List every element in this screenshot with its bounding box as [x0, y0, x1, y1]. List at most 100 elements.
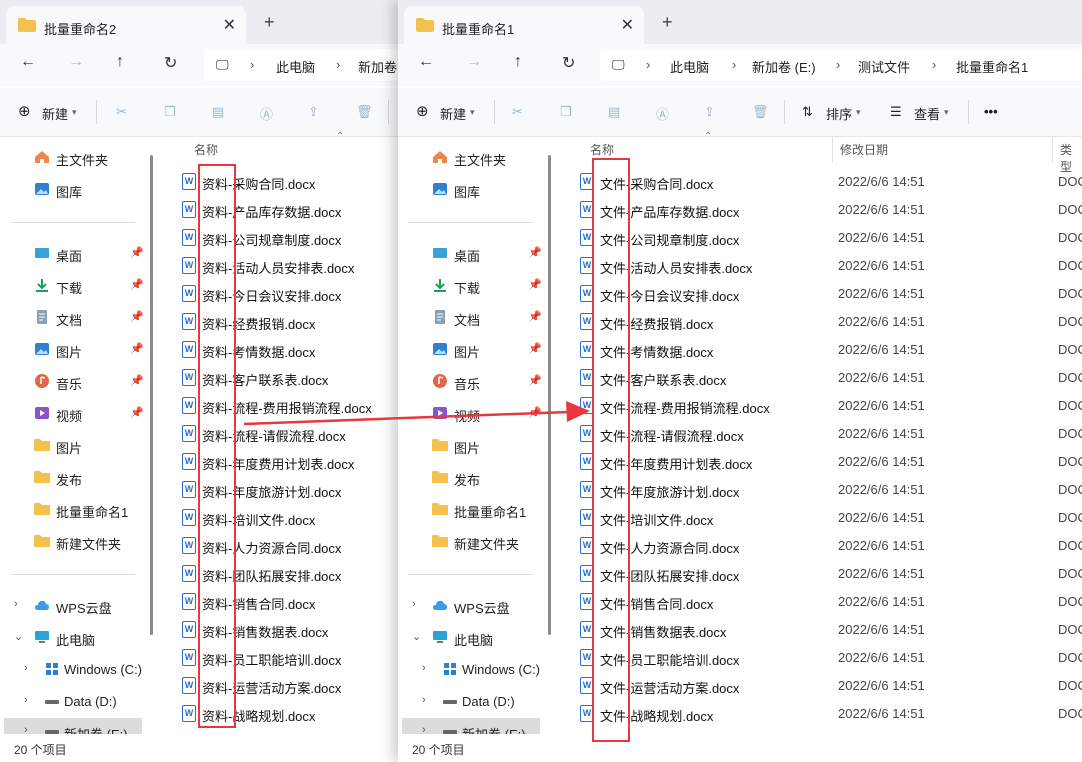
chevron-right-icon[interactable]: › — [14, 598, 18, 610]
file-row[interactable]: W文件-年度费用计划表.docx2022/6/6 14:51DOC — [558, 447, 1082, 475]
forward-icon[interactable]: → — [68, 53, 84, 71]
tab-active[interactable]: 批量重命名2 ✕ — [6, 6, 246, 48]
nav-item-desktop[interactable]: 桌面 📌 — [398, 240, 546, 268]
add-icon[interactable]: ⊕ — [416, 102, 429, 120]
breadcrumb-item[interactable]: 测试文件 — [858, 57, 910, 76]
nav-item-home[interactable]: 主文件夹 — [0, 144, 148, 172]
rename-icon[interactable]: Ⓐ — [260, 104, 273, 123]
nav-item-folder[interactable]: 发布 — [398, 464, 546, 492]
address-bar[interactable]: 🖵 › 此电脑 › 新加卷 — [204, 49, 398, 81]
nav-item-folder[interactable]: 图片 — [0, 432, 148, 460]
chevron-down-icon[interactable]: ⌄ — [14, 630, 23, 643]
chevron-right-icon[interactable]: › — [412, 598, 416, 610]
close-tab-icon[interactable]: ✕ — [223, 15, 236, 35]
chevron-right-icon[interactable]: › — [422, 662, 426, 674]
nav-item-drive-c[interactable]: › Windows (C:) — [398, 656, 546, 684]
nav-item-wps-cloud[interactable]: › WPS云盘 — [398, 592, 546, 620]
file-row[interactable]: W 资料-销售数据表.docx — [160, 615, 398, 643]
copy-icon[interactable]: ❐ — [164, 104, 176, 120]
file-row[interactable]: W 资料-流程-请假流程.docx — [160, 419, 398, 447]
new-tab-icon[interactable]: + — [264, 12, 275, 33]
file-row[interactable]: W 资料-活动人员安排表.docx — [160, 251, 398, 279]
nav-item-gallery[interactable]: 图库 — [0, 176, 148, 204]
chevron-right-icon[interactable]: › — [24, 662, 28, 674]
nav-item-music[interactable]: 音乐 📌 — [0, 368, 148, 396]
scrollbar[interactable] — [150, 155, 153, 635]
nav-item-folder[interactable]: 图片 — [398, 432, 546, 460]
file-row[interactable]: W文件-公司规章制度.docx2022/6/6 14:51DOC — [558, 223, 1082, 251]
chevron-down-icon[interactable]: ⌄ — [412, 630, 421, 643]
nav-item-home[interactable]: 主文件夹 — [398, 144, 546, 172]
file-row[interactable]: W文件-团队拓展安排.docx2022/6/6 14:51DOC — [558, 559, 1082, 587]
file-row[interactable]: W文件-培训文件.docx2022/6/6 14:51DOC — [558, 503, 1082, 531]
nav-item-folder[interactable]: 批量重命名1 — [398, 496, 546, 524]
file-row[interactable]: W 资料-客户联系表.docx — [160, 363, 398, 391]
up-icon[interactable]: ↑ — [116, 53, 124, 71]
up-icon[interactable]: ↑ — [514, 53, 522, 71]
breadcrumb-item[interactable]: 新加卷 (E:) — [752, 57, 816, 76]
forward-icon[interactable]: → — [466, 53, 482, 71]
file-row[interactable]: W文件-流程-费用报销流程.docx2022/6/6 14:51DOC — [558, 391, 1082, 419]
nav-item-pictures[interactable]: 图片 📌 — [398, 336, 546, 364]
delete-icon[interactable]: 🗑 — [356, 104, 373, 120]
address-bar[interactable]: 🖵 › 此电脑 › 新加卷 (E:) › 测试文件 › 批量重命名1 — [600, 49, 1082, 81]
breadcrumb-item[interactable]: 批量重命名1 — [956, 57, 1028, 76]
file-row[interactable]: W 资料-销售合同.docx — [160, 587, 398, 615]
file-row[interactable]: W 资料-团队拓展安排.docx — [160, 559, 398, 587]
nav-item-music[interactable]: 音乐 📌 — [398, 368, 546, 396]
nav-item-this-pc[interactable]: ⌄ 此电脑 — [0, 624, 148, 652]
share-icon[interactable]: ⇪ — [704, 104, 715, 120]
file-row[interactable]: W文件-经费报销.docx2022/6/6 14:51DOC — [558, 307, 1082, 335]
file-row[interactable]: W 资料-公司规章制度.docx — [160, 223, 398, 251]
column-header-name[interactable]: 名称 — [194, 141, 218, 158]
copy-icon[interactable]: ❐ — [560, 104, 572, 120]
nav-item-desktop[interactable]: 桌面 📌 — [0, 240, 148, 268]
file-row[interactable]: W文件-员工职能培训.docx2022/6/6 14:51DOC — [558, 643, 1082, 671]
nav-item-folder[interactable]: 发布 — [0, 464, 148, 492]
file-row[interactable]: W 资料-员工职能培训.docx — [160, 643, 398, 671]
file-row[interactable]: W 资料-战略规划.docx — [160, 699, 398, 727]
file-row[interactable]: W文件-战略规划.docx2022/6/6 14:51DOC — [558, 699, 1082, 727]
nav-item-documents[interactable]: 文档 📌 — [398, 304, 546, 332]
file-row[interactable]: W文件-今日会议安排.docx2022/6/6 14:51DOC — [558, 279, 1082, 307]
file-row[interactable]: W 资料-年度费用计划表.docx — [160, 447, 398, 475]
back-icon[interactable]: ← — [418, 53, 434, 71]
nav-item-documents[interactable]: 文档 📌 — [0, 304, 148, 332]
file-row[interactable]: W文件-运营活动方案.docx2022/6/6 14:51DOC — [558, 671, 1082, 699]
new-button[interactable]: 新建 — [42, 104, 68, 123]
new-tab-icon[interactable]: + — [662, 12, 673, 33]
cut-icon[interactable]: ✂ — [512, 104, 523, 120]
breadcrumb-item[interactable]: 此电脑 — [670, 57, 709, 76]
file-row[interactable]: W文件-客户联系表.docx2022/6/6 14:51DOC — [558, 363, 1082, 391]
file-row[interactable]: W文件-销售合同.docx2022/6/6 14:51DOC — [558, 587, 1082, 615]
paste-icon[interactable]: ▤ — [608, 104, 620, 120]
sort-button[interactable]: 排序 — [826, 104, 852, 123]
file-row[interactable]: W 资料-年度旅游计划.docx — [160, 475, 398, 503]
add-icon[interactable]: ⊕ — [18, 102, 31, 120]
file-row[interactable]: W 资料-产品库存数据.docx — [160, 195, 398, 223]
file-row[interactable]: W文件-考情数据.docx2022/6/6 14:51DOC — [558, 335, 1082, 363]
file-row[interactable]: W 资料-人力资源合同.docx — [160, 531, 398, 559]
tab-active[interactable]: 批量重命名1 ✕ — [404, 6, 644, 48]
refresh-icon[interactable]: ↻ — [164, 53, 177, 73]
breadcrumb-item[interactable]: 此电脑 — [276, 57, 315, 76]
more-options-button[interactable]: ••• — [984, 104, 998, 119]
file-row[interactable]: W文件-销售数据表.docx2022/6/6 14:51DOC — [558, 615, 1082, 643]
file-row[interactable]: W 资料-流程-费用报销流程.docx — [160, 391, 398, 419]
file-row[interactable]: W文件-人力资源合同.docx2022/6/6 14:51DOC — [558, 531, 1082, 559]
nav-item-folder[interactable]: 新建文件夹 — [0, 528, 148, 556]
column-header-name[interactable]: 名称 — [590, 141, 614, 158]
file-row[interactable]: W 资料-今日会议安排.docx — [160, 279, 398, 307]
share-icon[interactable]: ⇪ — [308, 104, 319, 120]
nav-item-folder[interactable]: 新建文件夹 — [398, 528, 546, 556]
nav-item-wps-cloud[interactable]: › WPS云盘 — [0, 592, 148, 620]
nav-item-pictures[interactable]: 图片 📌 — [0, 336, 148, 364]
chevron-right-icon[interactable]: › — [24, 694, 28, 706]
file-row[interactable]: W 资料-培训文件.docx — [160, 503, 398, 531]
nav-item-downloads[interactable]: 下载 📌 — [398, 272, 546, 300]
nav-item-folder[interactable]: 批量重命名1 — [0, 496, 148, 524]
nav-item-downloads[interactable]: 下载 📌 — [0, 272, 148, 300]
file-row[interactable]: W 资料-采购合同.docx — [160, 167, 398, 195]
breadcrumb-item[interactable]: 新加卷 — [358, 57, 397, 76]
view-button[interactable]: 查看 — [914, 104, 940, 123]
